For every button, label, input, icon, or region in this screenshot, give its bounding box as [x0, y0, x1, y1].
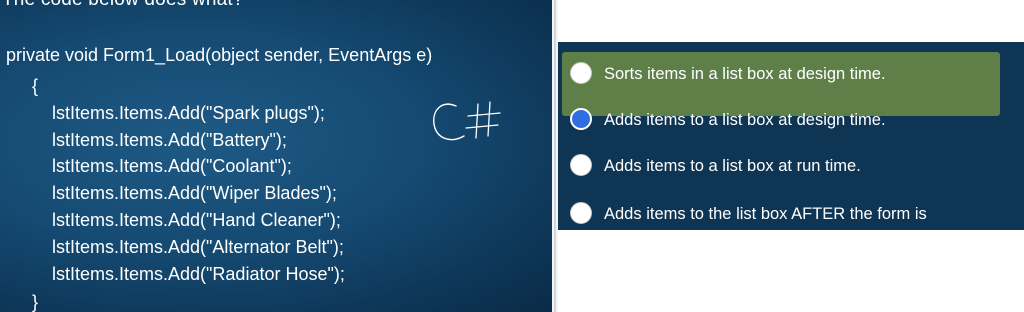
answer-option-4[interactable]: Adds items to the list box AFTER the for… — [568, 202, 1008, 230]
answer-option-label: Adds items to a list box at run time. — [604, 157, 861, 175]
code-line-close-brace: } — [32, 292, 39, 312]
code-line: lstItems.Items.Add("Wiper Blades"); — [52, 183, 337, 203]
radio-unselected-icon[interactable] — [570, 62, 592, 84]
code-line: lstItems.Items.Add("Alternator Belt"); — [52, 237, 344, 257]
radio-unselected-icon[interactable] — [570, 154, 592, 176]
code-line: lstItems.Items.Add("Coolant"); — [52, 156, 292, 176]
radio-selected-icon[interactable] — [570, 108, 592, 130]
question-text: The code below does what? — [2, 0, 244, 11]
answer-option-1[interactable]: Sorts items in a list box at design time… — [568, 62, 1008, 108]
answer-option-3[interactable]: Adds items to a list box at run time. — [568, 154, 1008, 200]
answer-option-2[interactable]: Adds items to a list box at design time. — [568, 108, 1008, 154]
answer-option-label: Adds items to the list box AFTER the for… — [604, 205, 927, 223]
code-line: lstItems.Items.Add("Battery"); — [52, 130, 287, 150]
code-line: lstItems.Items.Add("Hand Cleaner"); — [52, 210, 341, 230]
code-line-open-brace: { — [32, 76, 39, 96]
radio-unselected-icon[interactable] — [570, 202, 592, 224]
answer-option-label: Sorts items in a list box at design time… — [604, 65, 886, 83]
code-line: lstItems.Items.Add("Radiator Hose"); — [52, 264, 345, 284]
answer-panel: Sorts items in a list box at design time… — [558, 42, 1024, 230]
code-line: lstItems.Items.Add("Spark plugs"); — [52, 103, 325, 123]
panel-divider — [554, 0, 556, 312]
code-panel: The code below does what? private void F… — [0, 0, 552, 312]
answer-option-label: Adds items to a list box at design time. — [604, 111, 886, 129]
handwritten-csharp-icon — [433, 101, 501, 141]
code-line-signature: private void Form1_Load(object sender, E… — [6, 45, 433, 65]
